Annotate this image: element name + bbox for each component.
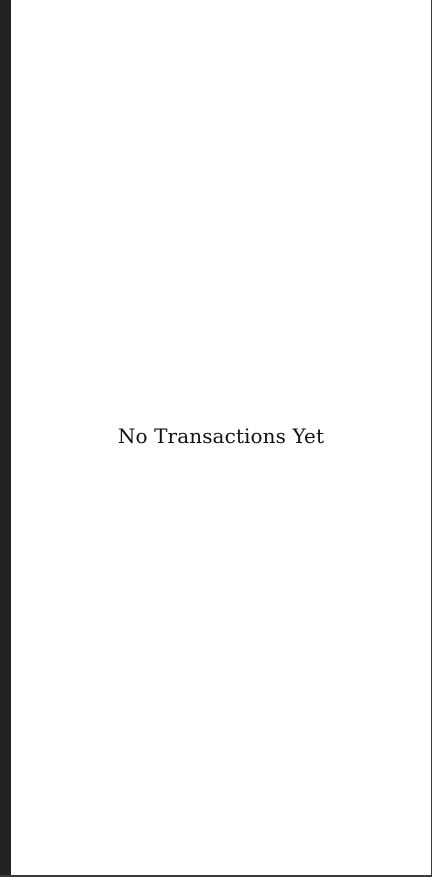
transactions-panel: No Transactions Yet: [11, 0, 431, 875]
left-window-rail: [0, 0, 11, 877]
transactions-screen: No Transactions Yet: [0, 0, 432, 877]
empty-transactions-message: No Transactions Yet: [117, 424, 325, 448]
